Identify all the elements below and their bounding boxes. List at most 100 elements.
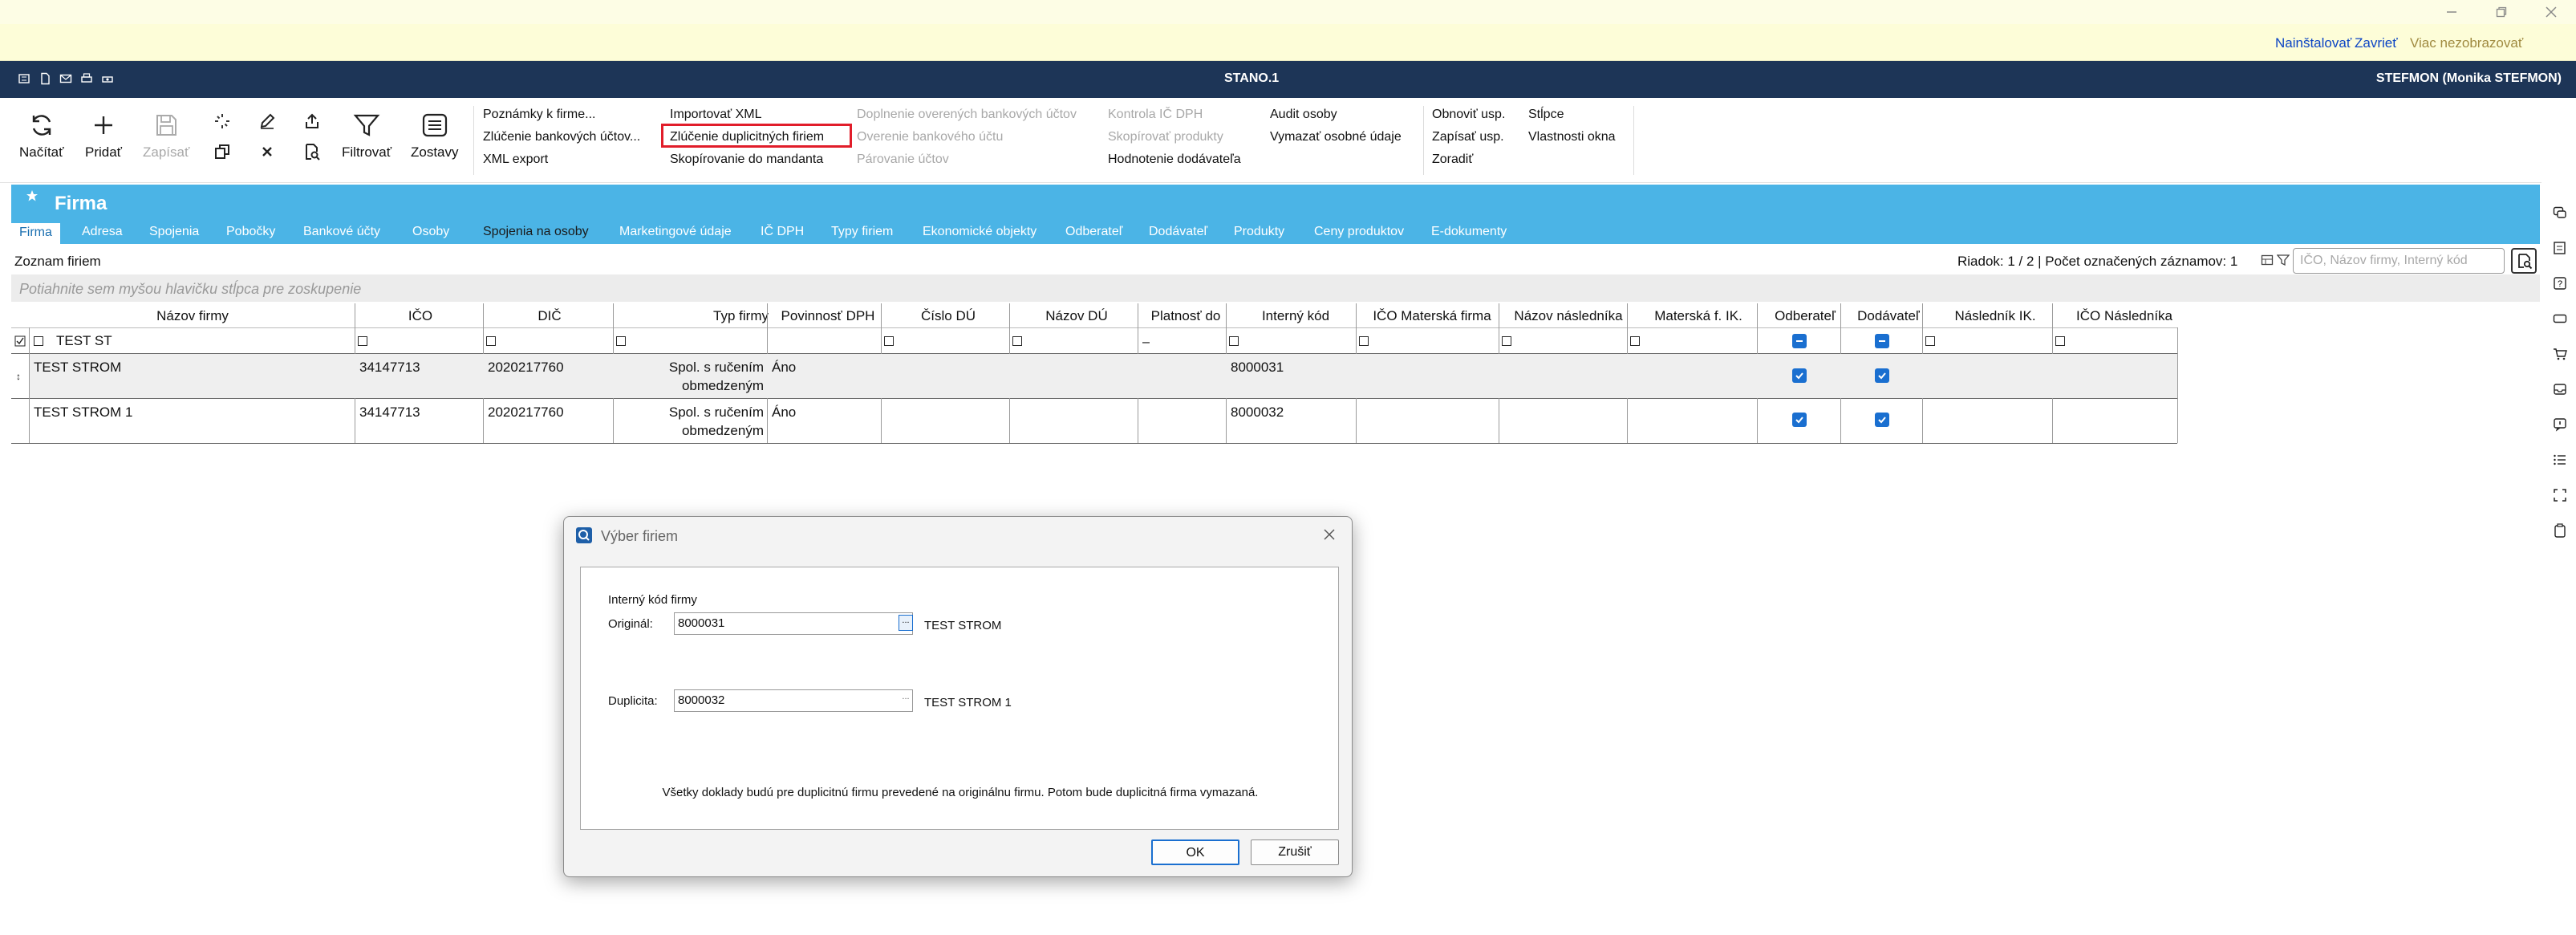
spinner-icon[interactable]	[213, 112, 231, 130]
search-button[interactable]	[2511, 248, 2537, 274]
col-header-ico-materska[interactable]: IČO Materská firma	[1361, 303, 1503, 327]
col-header-odberatel[interactable]: Odberateľ	[1763, 303, 1847, 327]
col-header-nazov-naslednika[interactable]: Názov následníka	[1503, 303, 1633, 327]
menu-sort[interactable]: Zoradiť	[1432, 152, 1473, 167]
col-header-cislo-du[interactable]: Číslo DÚ	[884, 303, 1012, 327]
inbox-icon[interactable]	[2553, 382, 2567, 396]
col-header-nazov[interactable]: Názov firmy	[30, 303, 355, 327]
tab-marketingove-udaje[interactable]: Marketingové údaje	[619, 225, 732, 239]
tab-bankove-ucty[interactable]: Bankové účty	[303, 225, 380, 239]
add-button[interactable]: Pridať	[85, 112, 122, 161]
menu-columns[interactable]: Stĺpce	[1528, 108, 1564, 122]
original-code-input[interactable]: 8000031	[674, 612, 913, 635]
tab-spojenia[interactable]: Spojenia	[149, 225, 199, 239]
original-lookup-button[interactable]: ...	[899, 615, 913, 631]
duplicate-lookup-button[interactable]: ...	[899, 692, 913, 708]
tab-dodavatel[interactable]: Dodávateľ	[1149, 225, 1207, 239]
filter-operator-icon[interactable]	[1502, 336, 1511, 346]
tab-ceny-produktov[interactable]: Ceny produktov	[1314, 225, 1404, 239]
star-icon[interactable]	[26, 189, 39, 202]
col-header-nazov-du[interactable]: Názov DÚ	[1012, 303, 1141, 327]
col-header-naslednik-ik[interactable]: Následník IK.	[1930, 303, 2060, 327]
chat-icon[interactable]	[2553, 205, 2567, 220]
delete-icon[interactable]	[258, 143, 276, 161]
document-icon[interactable]	[39, 72, 51, 85]
col-header-povinnost-dph[interactable]: Povinnosť DPH	[772, 303, 884, 327]
col-header-typ[interactable]: Typ firmy	[616, 303, 772, 327]
tab-typy-firiem[interactable]: Typy firiem	[831, 225, 893, 239]
filter-dodavatel-checkbox[interactable]	[1875, 334, 1889, 348]
filter-operator-icon[interactable]	[1359, 336, 1369, 346]
tab-osoby[interactable]: Osoby	[412, 225, 449, 239]
col-header-dodavatel[interactable]: Dodávateľ	[1847, 303, 1930, 327]
mail-icon[interactable]	[59, 72, 72, 85]
restore-icon[interactable]	[2477, 0, 2526, 24]
filter-operator-icon[interactable]	[1012, 336, 1022, 346]
filter-operator-icon[interactable]	[616, 336, 626, 346]
menu-copy-products[interactable]: Skopírovať produkty	[1108, 130, 1223, 144]
save-button[interactable]: Zapísať	[143, 112, 189, 161]
filter-operator-icon[interactable]	[884, 336, 894, 346]
menu-supplier-rating[interactable]: Hodnotenie dodávateľa	[1108, 152, 1241, 167]
menu-window-properties[interactable]: Vlastnosti okna	[1528, 130, 1616, 144]
close-link[interactable]: Zavrieť	[2355, 35, 2398, 51]
menu-verify-bank-account[interactable]: Overenie bankového účtu	[857, 130, 1003, 144]
tab-produkty[interactable]: Produkty	[1234, 225, 1284, 239]
col-header-interny-kod[interactable]: Interný kód	[1231, 303, 1361, 327]
grid-icon[interactable]	[2261, 254, 2274, 266]
alert-icon[interactable]	[2553, 417, 2567, 432]
tab-pobocky[interactable]: Pobočky	[226, 225, 275, 239]
tab-spojenia-na-osoby[interactable]: Spojenia na osoby	[483, 225, 589, 239]
menu-xml-export[interactable]: XML export	[483, 152, 548, 167]
menu-check-vat-id[interactable]: Kontrola IČ DPH	[1108, 108, 1203, 122]
dialog-close-icon[interactable]	[1321, 526, 1337, 543]
row1-odberatel-checkbox[interactable]	[1792, 368, 1807, 383]
tab-adresa[interactable]: Adresa	[82, 225, 123, 239]
search-input[interactable]: IČO, Názov firmy, Interný kód	[2293, 248, 2505, 274]
menu-merge-bank-accounts[interactable]: Zlúčenie bankových účtov...	[483, 130, 640, 144]
clipboard-icon[interactable]	[2553, 523, 2567, 538]
col-header-dic[interactable]: DIČ	[485, 303, 615, 327]
col-header-ico-naslednika[interactable]: IČO Následníka	[2060, 303, 2189, 327]
filter-operator-icon[interactable]	[2055, 336, 2065, 346]
filter-operator-icon[interactable]	[1630, 336, 1640, 346]
notes-icon[interactable]	[2553, 241, 2567, 255]
copy-icon[interactable]	[213, 143, 231, 161]
close-icon[interactable]	[2526, 0, 2576, 24]
tab-e-dokumenty[interactable]: E-dokumenty	[1431, 225, 1507, 239]
row2-dodavatel-checkbox[interactable]	[1875, 413, 1889, 427]
filter-operator-icon[interactable]	[486, 336, 496, 346]
filter-operator-icon[interactable]	[1229, 336, 1239, 346]
col-header-platnost[interactable]: Platnosť do	[1141, 303, 1231, 327]
cancel-button[interactable]: Zrušiť	[1251, 839, 1339, 865]
filter-odberatel-checkbox[interactable]	[1792, 334, 1807, 348]
tab-odberatel[interactable]: Odberateľ	[1065, 225, 1122, 239]
menu-delete-personal-data[interactable]: Vymazať osobné údaje	[1270, 130, 1402, 144]
funnel-icon[interactable]	[2277, 254, 2290, 266]
dont-show-link[interactable]: Viac nezobrazovať	[2410, 35, 2523, 51]
install-link[interactable]: Nainštalovať	[2275, 35, 2351, 51]
ok-button[interactable]: OK	[1151, 839, 1239, 865]
tab-firma[interactable]: Firma	[11, 223, 60, 244]
tab-ic-dph[interactable]: IČ DPH	[761, 225, 804, 239]
filter-operator-icon[interactable]	[358, 336, 367, 346]
tab-ekonomicke-objekty[interactable]: Ekonomické objekty	[923, 225, 1036, 239]
table-row[interactable]	[30, 354, 2177, 398]
menu-copy-to-mandant[interactable]: Skopírovanie do mandanta	[670, 152, 823, 167]
print-icon[interactable]	[80, 72, 93, 85]
help-icon[interactable]: ?	[2553, 276, 2567, 291]
list-icon[interactable]	[2553, 453, 2567, 467]
duplicate-code-input[interactable]: 8000032	[674, 689, 913, 712]
settings-icon[interactable]	[18, 72, 30, 85]
filter-name-value[interactable]: TEST ST	[56, 333, 112, 349]
card-icon[interactable]	[2553, 311, 2567, 326]
row1-dodavatel-checkbox[interactable]	[1875, 368, 1889, 383]
menu-restore-settings[interactable]: Obnoviť usp.	[1432, 108, 1505, 122]
group-drop-area[interactable]: Potiahnite sem myšou hlavičku stĺpca pre…	[11, 274, 2540, 302]
filter-button[interactable]: Filtrovať	[342, 112, 391, 161]
col-header-materska-ik[interactable]: Materská f. IK.	[1633, 303, 1763, 327]
menu-notes[interactable]: Poznámky k firme...	[483, 108, 595, 122]
load-button[interactable]: Načítať	[19, 112, 64, 161]
menu-pair-accounts[interactable]: Párovanie účtov	[857, 152, 949, 167]
reports-button[interactable]: Zostavy	[411, 112, 459, 161]
